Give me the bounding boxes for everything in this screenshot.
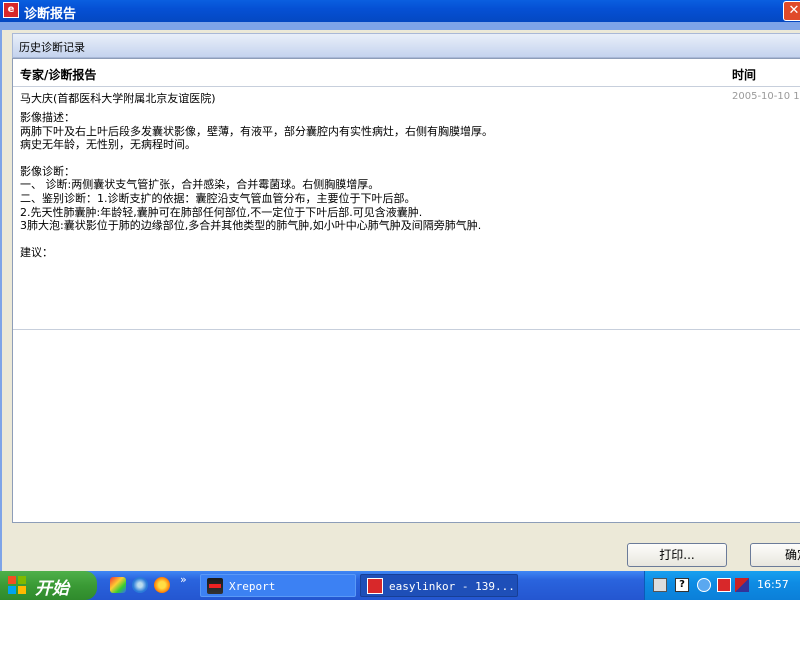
taskbar-item-label: easylinkor - 139... (389, 580, 515, 593)
keyboard-icon[interactable] (653, 578, 667, 592)
header-divider (13, 86, 800, 87)
taskbar: 开始 » Xreport easylinkor - 139... ? 16:57 (0, 571, 800, 600)
report-text: 影像描述： 两肺下叶及右上叶后段多发囊状影像，壁薄，有液平，部分囊腔内有实性病灶… (20, 111, 790, 259)
dialog-body: 历史诊断记录 专家/诊断报告 时间 马大庆(首都医科大学附属北京友谊医院) 20… (2, 30, 800, 571)
taskbar-item-xreport[interactable]: Xreport (200, 574, 356, 597)
report-list: 专家/诊断报告 时间 马大庆(首都医科大学附属北京友谊医院) 2005-10-1… (12, 58, 800, 523)
description-label: 影像描述： (20, 111, 75, 124)
diagnosis-line: 二、鉴别诊断：1.诊断支扩的依据：囊腔沿支气管血管分布，主要位于下叶后部。 (20, 191, 416, 205)
history-group-header: 历史诊断记录 (12, 33, 800, 58)
close-button[interactable]: ✕ (783, 1, 800, 21)
column-header-time[interactable]: 时间 (732, 66, 756, 83)
suggestion-label: 建议： (20, 245, 53, 259)
description-line: 两肺下叶及右上叶后段多发囊状影像，壁薄，有液平，部分囊腔内有实性病灶，右侧有胸膜… (20, 124, 493, 138)
clock[interactable]: 16:57 (757, 578, 789, 591)
diagnosis-line: 3肺大泡:囊状影位于肺的边缘部位,多合并其他类型的肺气肿,如小叶中心肺气肿及间隔… (20, 219, 482, 233)
confirm-button[interactable]: 确定 (750, 543, 800, 567)
windows-logo-icon (8, 576, 26, 594)
network-icon[interactable] (735, 578, 749, 592)
dialog-window: 历史诊断记录 专家/诊断报告 时间 马大庆(首都医科大学附属北京友谊医院) 20… (0, 22, 800, 571)
diagnosis-line: 2.先天性肺囊肿:年龄轻,囊肿可在肺部任何部位,不一定位于下叶后部.可见含液囊肿… (20, 205, 423, 219)
row-divider (13, 329, 800, 330)
easylinkor-icon (367, 578, 383, 594)
quicklaunch-media-icon[interactable] (154, 577, 170, 593)
start-button[interactable]: 开始 (0, 571, 97, 600)
diagnosis-line: 一、 诊断:两侧囊状支气管扩张，合并感染，合并霉菌球。右侧胸膜增厚。 (20, 178, 380, 192)
history-group-title: 历史诊断记录 (19, 41, 85, 54)
help-icon[interactable]: ? (675, 578, 689, 592)
taskbar-item-easylinkor[interactable]: easylinkor - 139... (360, 574, 518, 597)
column-header-expert[interactable]: 专家/诊断报告 (20, 66, 96, 83)
description-line: 病史无年龄，无性别，无病程时间。 (20, 138, 196, 152)
window-title: 诊断报告 (24, 7, 77, 22)
quicklaunch-more-icon[interactable]: » (180, 573, 187, 586)
app-icon: e (3, 2, 19, 18)
row-expert-name[interactable]: 马大庆(首都医科大学附属北京友谊医院) (20, 90, 216, 106)
system-tray: ? 16:57 (644, 571, 800, 600)
easylinkor-tray-icon[interactable] (717, 578, 731, 592)
taskbar-item-label: Xreport (229, 580, 276, 593)
print-button[interactable]: 打印... (627, 543, 727, 567)
quicklaunch-paint-icon[interactable] (110, 577, 126, 593)
xreport-icon (207, 578, 223, 594)
row-time: 2005-10-10 1 (732, 91, 800, 102)
title-bar: e 诊断报告 ✕ (0, 0, 800, 22)
show-hidden-icons-icon[interactable] (697, 578, 711, 592)
start-label: 开始 (35, 579, 69, 599)
diagnosis-label: 影像诊断： (20, 164, 75, 178)
quicklaunch-ie-icon[interactable] (132, 577, 148, 593)
